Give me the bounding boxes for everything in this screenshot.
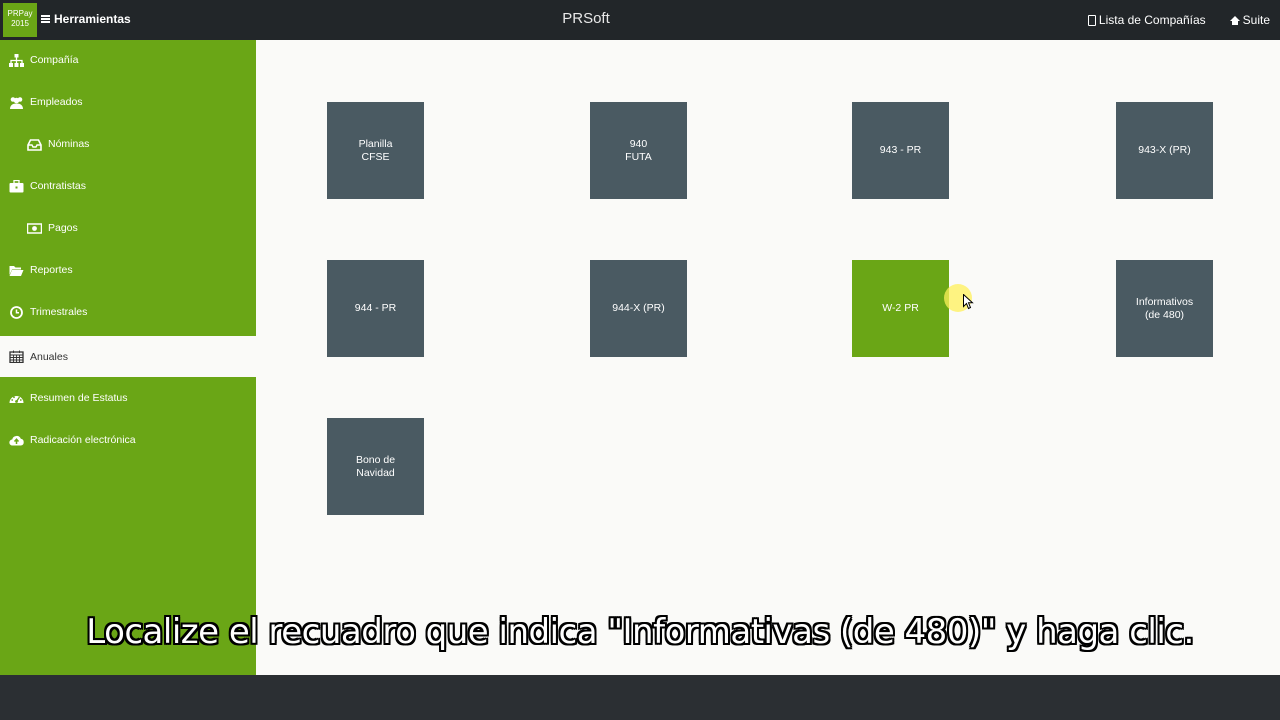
cloud-upload-icon xyxy=(8,434,25,447)
tile-w2-pr[interactable]: W-2 PR xyxy=(852,260,949,357)
tile-informativos-480[interactable]: Informativos (de 480) xyxy=(1116,260,1213,357)
sidebar-item-label: Pagos xyxy=(48,222,78,234)
top-navbar: PRPay 2015 Herramientas PRSoft Lista de … xyxy=(0,0,1280,40)
sidebar: Compañía Empleados Nóminas Contratistas … xyxy=(0,40,256,675)
sidebar-item-label: Radicación electrónica xyxy=(30,434,136,446)
clock-icon xyxy=(8,305,25,319)
sidebar-item-label: Resumen de Estatus xyxy=(30,392,128,404)
company-list-link[interactable]: Lista de Compañías xyxy=(1087,13,1206,27)
company-list-label: Lista de Compañías xyxy=(1098,13,1206,27)
sidebar-item-label: Trimestrales xyxy=(30,306,88,318)
main-content: Planilla CFSE 940 FUTA 943 - PR 943-X (P… xyxy=(256,40,1280,675)
sidebar-item-anuales[interactable]: Anuales xyxy=(0,336,256,377)
sidebar-item-label: Compañía xyxy=(30,54,79,66)
tile-944-pr[interactable]: 944 - PR xyxy=(327,260,424,357)
app-title: PRSoft xyxy=(562,10,610,27)
tile-944x-pr[interactable]: 944-X (PR) xyxy=(590,260,687,357)
sidebar-item-label: Empleados xyxy=(30,96,83,108)
tile-943-pr[interactable]: 943 - PR xyxy=(852,102,949,199)
home-icon xyxy=(1229,15,1240,25)
building-icon xyxy=(1087,14,1096,26)
suite-label: Suite xyxy=(1242,13,1270,27)
tile-planilla-cfse[interactable]: Planilla CFSE xyxy=(327,102,424,199)
money-icon xyxy=(26,222,43,235)
inbox-icon xyxy=(26,138,43,151)
sidebar-item-radicacion[interactable]: Radicación electrónica xyxy=(0,420,256,460)
sidebar-item-trimestrales[interactable]: Trimestrales xyxy=(0,292,256,332)
sitemap-icon xyxy=(8,53,25,67)
users-icon xyxy=(8,96,25,109)
tile-940-futa[interactable]: 940 FUTA xyxy=(590,102,687,199)
sidebar-item-reportes[interactable]: Reportes xyxy=(0,250,256,290)
sidebar-item-empleados[interactable]: Empleados xyxy=(0,82,256,122)
sidebar-item-contratistas[interactable]: Contratistas xyxy=(0,166,256,206)
suite-link[interactable]: Suite xyxy=(1229,13,1270,27)
sidebar-item-compania[interactable]: Compañía xyxy=(0,40,256,80)
sidebar-item-label: Reportes xyxy=(30,264,73,276)
sidebar-item-label: Contratistas xyxy=(30,180,87,192)
bottom-bar xyxy=(0,675,1280,720)
video-subtitle: Localize el recuadro que indica "Informa… xyxy=(86,612,1194,652)
sidebar-item-resumen-estatus[interactable]: Resumen de Estatus xyxy=(0,378,256,418)
sidebar-item-nominas[interactable]: Nóminas xyxy=(0,124,256,164)
calendar-icon xyxy=(8,350,25,363)
tile-943x-pr[interactable]: 943-X (PR) xyxy=(1116,102,1213,199)
briefcase-icon xyxy=(8,179,25,193)
tile-bono-navidad[interactable]: Bono de Navidad xyxy=(327,418,424,515)
sidebar-item-pagos[interactable]: Pagos xyxy=(0,208,256,248)
sidebar-item-label: Nóminas xyxy=(48,138,90,150)
dashboard-icon xyxy=(8,392,25,405)
sidebar-item-label: Anuales xyxy=(30,350,68,363)
folder-open-icon xyxy=(8,264,25,277)
